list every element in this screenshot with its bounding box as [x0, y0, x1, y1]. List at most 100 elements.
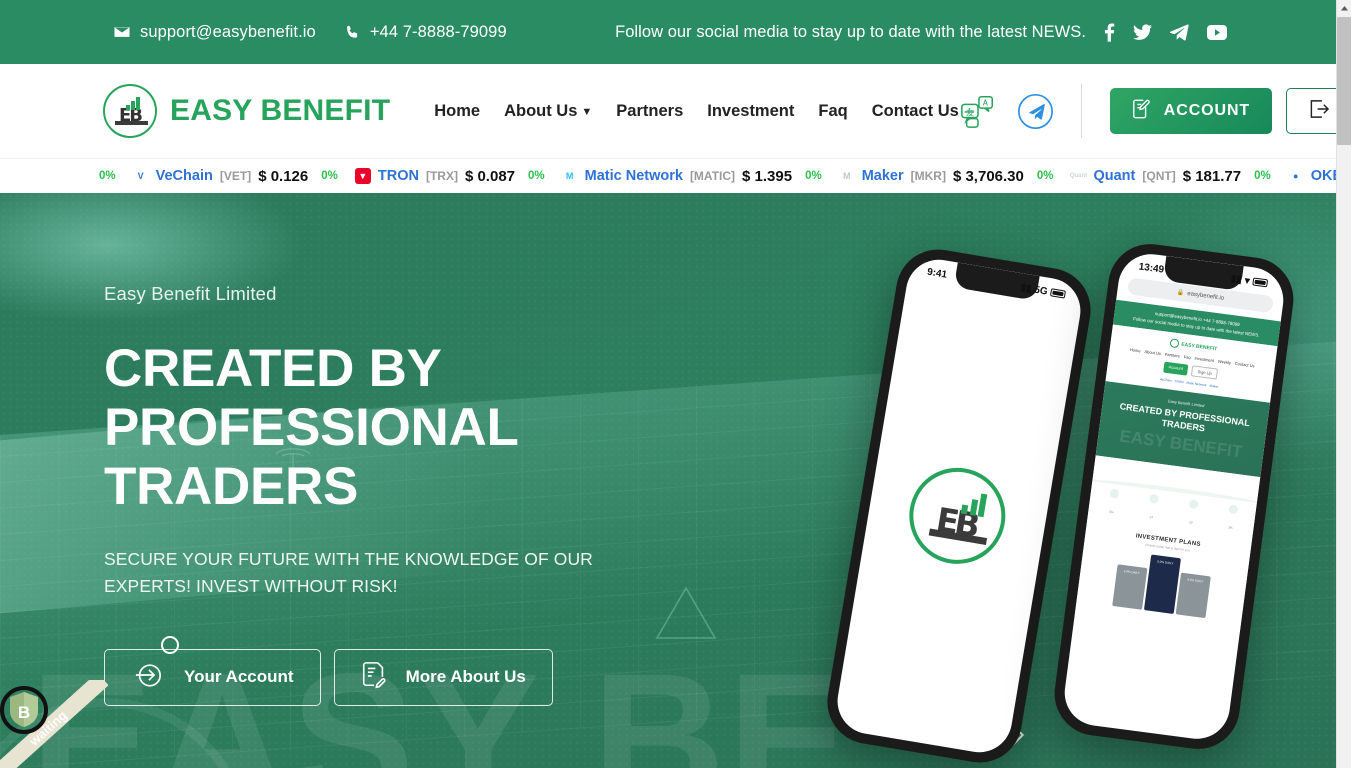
nav-item-about-us[interactable]: About Us ▼ [504, 102, 592, 121]
ticker-change: 0% [528, 170, 545, 182]
ticker-change: 0% [1036, 170, 1054, 182]
plan-card[interactable]: 5.0% DAILY [1143, 554, 1181, 614]
phone-2-nav-item[interactable]: Partners [1164, 352, 1180, 359]
social-icons [1104, 23, 1227, 42]
ticker-item[interactable]: M Maker [MKR] $ 3,706.30 [838, 167, 1037, 185]
more-about-us-label: More About Us [405, 667, 526, 687]
ticker-name: VeChain [155, 168, 213, 184]
facebook-icon[interactable] [1104, 23, 1115, 42]
phone-2-ticker-item: VeChain [1159, 377, 1172, 383]
header-icon-group: A 友 [959, 84, 1082, 138]
translate-icon[interactable]: A 友 [959, 92, 997, 130]
ticker-price: $ 3,706.30 [952, 167, 1024, 185]
phone-2-nav-item[interactable]: Contact Us [1235, 361, 1255, 369]
phone-2-ticker-item: Maker [1209, 383, 1219, 390]
phone-1-screen: 9:41 ▮▮ 5G EB [832, 254, 1086, 758]
plan-card[interactable]: 4.0% DAILY [1112, 564, 1148, 610]
telegram-circle-icon[interactable] [1017, 92, 1055, 130]
plan-card[interactable]: 3.0% DAILY [1175, 572, 1211, 619]
phone-mockups: 9:41 ▮▮ 5G EB 13:49 ▮▮ ▾ 🔒 easybenefit.i… [821, 238, 1309, 768]
phone-2-time: 13:49 [1138, 260, 1165, 276]
battery-icon [1049, 288, 1067, 299]
phone-2-nav-item[interactable]: About Us [1144, 349, 1161, 356]
nav-item-contact-us[interactable]: Contact Us [872, 102, 959, 121]
plan-rate: 5.0% DAILY [1157, 559, 1174, 566]
ticker-item[interactable]: Quant Quant [QNT] $ 181.77 [1070, 168, 1254, 185]
lock-icon: 🔒 [1176, 289, 1185, 297]
phone-1-time: 9:41 [926, 266, 948, 281]
hero-section: EASY BE Easy Benefit Limited CREATED BY … [0, 193, 1351, 768]
phone-2-nav-item[interactable]: Faq [1183, 354, 1190, 360]
okb-icon: ● [1287, 168, 1304, 184]
telegram-icon[interactable] [1170, 23, 1189, 41]
ticker-symbol: [QNT] [1142, 169, 1176, 183]
ticker-item[interactable]: M Matic Network [MATIC] $ 1.395 [561, 167, 805, 185]
ticker-item[interactable]: V VeChain [VET] $ 0.126 [132, 167, 322, 185]
page-scrollbar[interactable] [1336, 0, 1351, 768]
ticker-change: 0% [805, 170, 822, 182]
phone-2-account-button[interactable]: Account [1162, 361, 1189, 376]
nav-label: Home [434, 101, 481, 120]
battery-icon [1252, 277, 1269, 288]
feature-icon [1227, 504, 1238, 515]
site-header: EB EASY BENEFIT Home About Us ▼ Partners… [0, 64, 1351, 158]
edit-document-icon [1132, 99, 1151, 124]
crypto-ticker-bar[interactable]: 0% V VeChain [VET] $ 0.126 0% ▼ TRON [TR… [0, 158, 1351, 193]
phone-2-nav-item[interactable]: Home [1130, 347, 1141, 353]
ticker-symbol: [VET] [219, 169, 252, 183]
phone-2-ticker-item: Matic Network [1186, 380, 1207, 388]
feature-label: 5% [1109, 509, 1114, 515]
document-pencil-icon [361, 661, 387, 694]
support-email-link[interactable]: support@easybenefit.io [113, 23, 316, 42]
matic-icon: M [561, 168, 578, 184]
phone-2-logo-text: EASY BENEFIT [1180, 341, 1218, 353]
ticker-symbol: [MATIC] [689, 169, 736, 183]
youtube-icon[interactable] [1207, 24, 1227, 40]
twitter-icon[interactable] [1133, 23, 1152, 41]
ticker-price: $ 0.126 [258, 167, 309, 185]
svg-text:友: 友 [966, 107, 974, 117]
network-label: 5G [1033, 284, 1049, 298]
phone-icon [344, 24, 361, 41]
phone-2-nav-item[interactable]: Investment [1194, 356, 1214, 364]
top-contact-bar: support@easybenefit.io +44 7-8888-79099 … [0, 0, 1351, 64]
ticker-name: Quant [1093, 168, 1136, 184]
phone-2-feature: 10 [1186, 498, 1199, 529]
more-about-us-button[interactable]: More About Us [333, 648, 553, 706]
ticker-price: $ 1.395 [742, 167, 793, 185]
feature-icon [1148, 493, 1159, 504]
nav-label: About Us [504, 101, 578, 120]
ticker-name: TRON [377, 168, 419, 184]
chevron-down-icon: ▼ [581, 105, 593, 118]
phone-2-status-icons: ▮▮ ▾ [1230, 273, 1269, 289]
ticker-name: Matic Network [584, 168, 683, 184]
phone-2-nav-item[interactable]: Weekly [1218, 359, 1232, 366]
nav-item-partners[interactable]: Partners [616, 102, 683, 121]
phone-2-ticker-item: TRON [1174, 379, 1184, 385]
hero-subtitle-line-1: SECURE YOUR FUTURE WITH THE KNOWLEDGE OF… [104, 549, 593, 570]
account-button[interactable]: ACCOUNT [1109, 88, 1273, 134]
nav-item-faq[interactable]: Faq [818, 102, 847, 121]
ticker-item[interactable]: ▼ TRON [TRX] $ 0.087 [354, 168, 528, 185]
feature-label: 24 [1149, 514, 1154, 520]
nav-item-investment[interactable]: Investment [707, 102, 794, 121]
nav-label: Partners [616, 101, 684, 120]
dot-ring-decoration [161, 635, 179, 654]
phone-2-signup-button[interactable]: Sign Up [1190, 365, 1219, 380]
hero-subtitle-line-2: EXPERTS! INVEST WITHOUT RISK! [104, 576, 398, 597]
vechain-icon: V [132, 168, 149, 184]
ticker-change: 0% [99, 170, 116, 182]
nav-item-home[interactable]: Home [434, 102, 480, 121]
contact-group: support@easybenefit.io +44 7-8888-79099 [113, 23, 507, 42]
scroll-up-button[interactable] [1337, 0, 1351, 17]
ticker-symbol: [TRX] [425, 169, 458, 183]
page-root: support@easybenefit.io +44 7-8888-79099 … [0, 0, 1351, 768]
support-email-text: support@easybenefit.io [140, 22, 316, 41]
phone-1-status-bar: 9:41 ▮▮ 5G [908, 259, 1085, 308]
scrollbar-thumb[interactable] [1337, 17, 1351, 145]
phone-link[interactable]: +44 7-8888-79099 [344, 23, 507, 42]
quant-icon: Quant [1070, 168, 1087, 184]
signal-icon: ▮▮ [1230, 273, 1243, 286]
your-account-button[interactable]: Your Account [104, 635, 321, 706]
site-logo[interactable]: EB EASY BENEFIT [103, 84, 390, 138]
